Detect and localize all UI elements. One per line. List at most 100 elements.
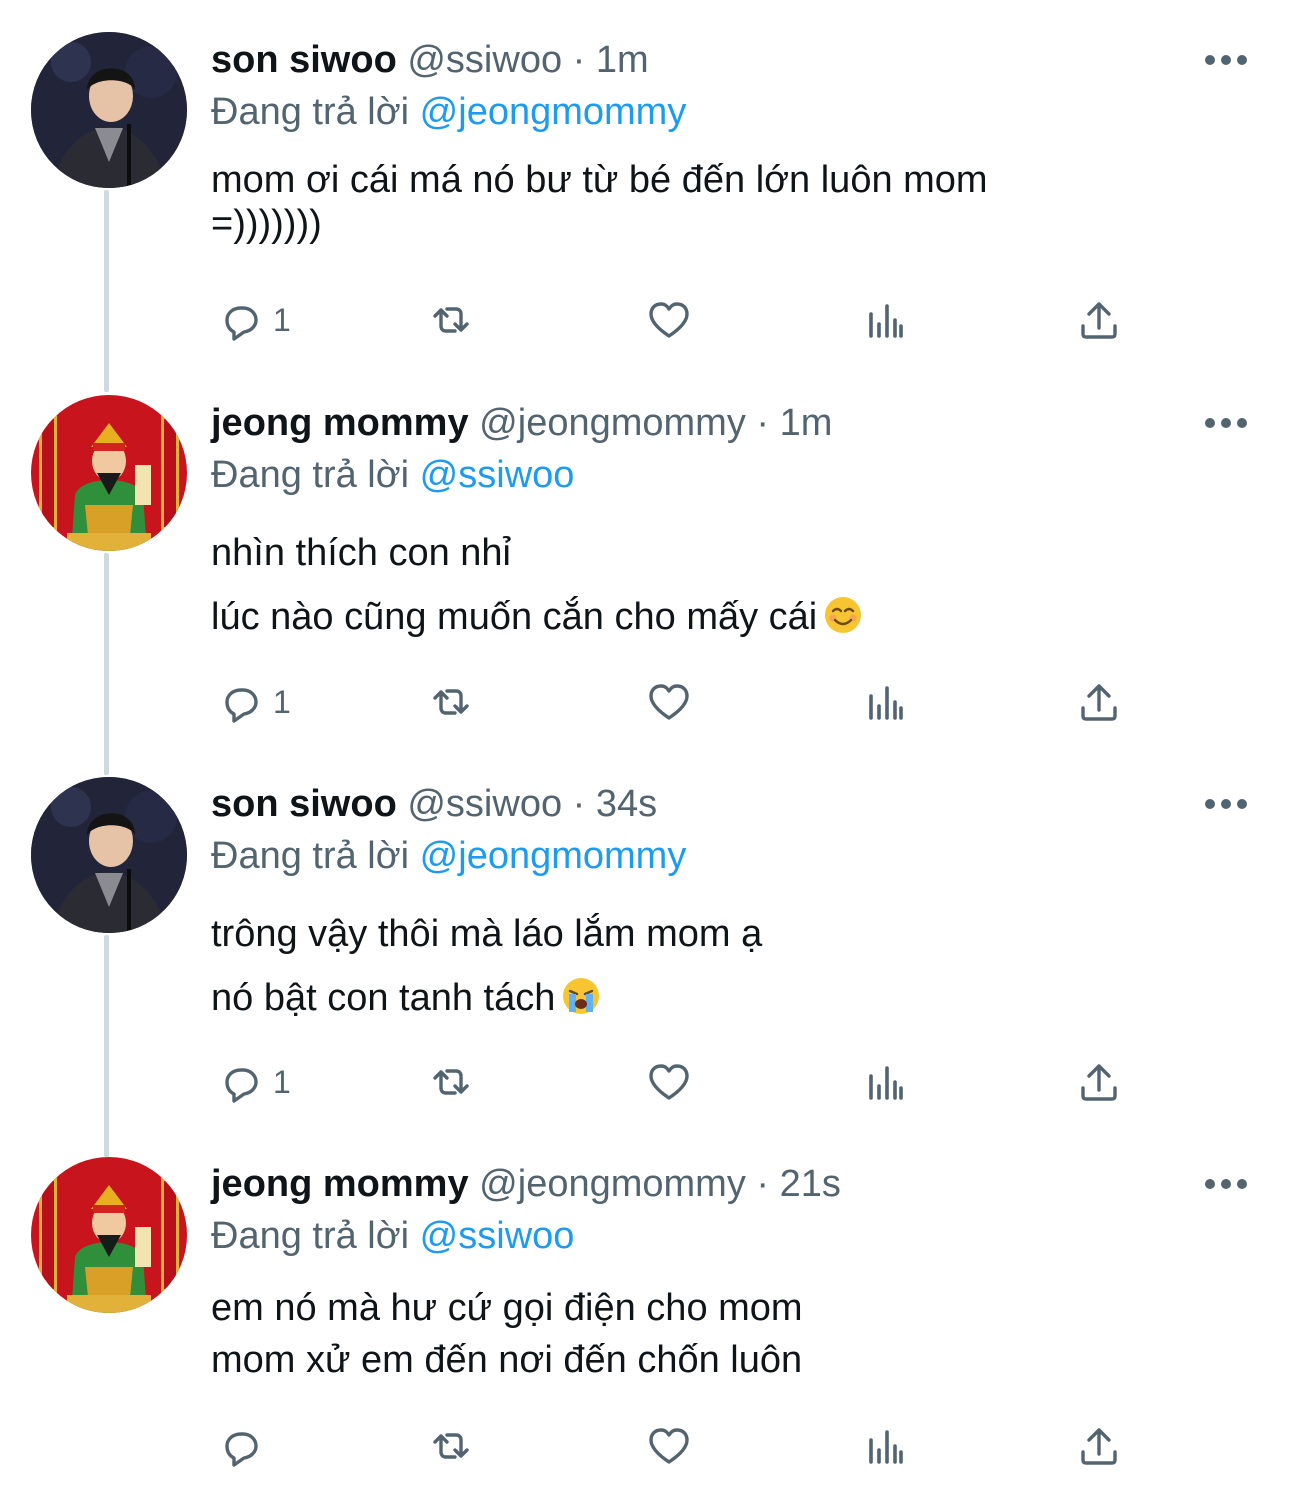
user-handle[interactable]: @jeongmommy (479, 1163, 746, 1205)
tweet-header: jeong mommy @jeongmommy · 21s (211, 1162, 841, 1206)
crying-face-emoji (563, 978, 600, 1014)
avatar[interactable] (31, 1157, 187, 1313)
replying-label: Đang trả lời (211, 454, 410, 496)
share-icon (1081, 1428, 1117, 1465)
text-line: nó bật con tanh tách (211, 966, 762, 1030)
views-button[interactable] (861, 1058, 909, 1106)
text-line: trông vậy thôi mà láo lắm mom ạ (211, 913, 763, 955)
retweet-icon (433, 307, 469, 333)
like-icon (649, 302, 689, 338)
mention-link[interactable]: @jeongmommy (420, 91, 687, 133)
reply-icon (225, 1068, 258, 1103)
action-bar: 1 (211, 1058, 1151, 1106)
analytics-icon (869, 1066, 903, 1100)
more-icon[interactable] (1204, 796, 1248, 812)
views-button[interactable] (861, 296, 909, 344)
replying-label: Đang trả lời (211, 835, 410, 877)
separator: · (756, 402, 770, 444)
action-bar: 1 (211, 678, 1151, 726)
reply-count: 1 (273, 683, 291, 720)
retweet-button[interactable] (427, 1422, 475, 1470)
reply-icon (225, 688, 258, 723)
analytics-icon (869, 1430, 903, 1464)
more-icon[interactable] (1204, 415, 1248, 431)
tweet-header: son siwoo @ssiwoo · 1m (211, 38, 649, 82)
share-icon (1081, 302, 1117, 339)
text-line: lúc nào cũng muốn cắn cho mấy cái (211, 585, 863, 649)
like-button[interactable] (645, 296, 693, 344)
tweet-text: nhìn thích con nhỉ lúc nào cũng muốn cắn… (211, 521, 863, 649)
tweet[interactable]: jeong mommy @jeongmommy · 1m Đang trả lờ… (0, 380, 1290, 760)
share-button[interactable] (1075, 678, 1123, 726)
retweet-icon (433, 689, 469, 715)
reply-button[interactable] (213, 1422, 273, 1470)
retweet-button[interactable] (427, 1058, 475, 1106)
avatar[interactable] (31, 395, 187, 551)
analytics-icon (869, 686, 903, 720)
mention-link[interactable]: @ssiwoo (420, 1215, 575, 1257)
text-line: mom xử em đến nơi đến chốn luôn (211, 1339, 803, 1381)
tweet-text: trông vậy thôi mà láo lắm mom ạ nó bật c… (211, 902, 762, 1030)
replying-to: Đang trả lời @jeongmommy (211, 834, 686, 878)
reply-button[interactable]: 1 (213, 1058, 291, 1106)
action-bar (211, 1422, 1151, 1470)
tweet[interactable]: son siwoo @ssiwoo · 34s Đang trả lời @je… (0, 760, 1290, 1140)
like-button[interactable] (645, 1422, 693, 1470)
tweet-header: son siwoo @ssiwoo · 34s (211, 782, 657, 826)
user-handle[interactable]: @ssiwoo (407, 39, 562, 81)
timestamp[interactable]: 1m (780, 402, 833, 444)
like-button[interactable] (645, 678, 693, 726)
retweet-icon (433, 1433, 469, 1459)
like-icon (649, 684, 689, 720)
like-button[interactable] (645, 1058, 693, 1106)
replying-label: Đang trả lời (211, 1215, 410, 1257)
user-handle[interactable]: @jeongmommy (479, 402, 746, 444)
text-line-content: lúc nào cũng muốn cắn cho mấy cái (211, 596, 818, 638)
avatar[interactable] (31, 32, 187, 188)
views-button[interactable] (861, 678, 909, 726)
text-line-content: nó bật con tanh tách (211, 977, 556, 1019)
mention-link[interactable]: @jeongmommy (420, 835, 687, 877)
views-button[interactable] (861, 1422, 909, 1470)
share-button[interactable] (1075, 1058, 1123, 1106)
replying-to: Đang trả lời @ssiwoo (211, 1214, 574, 1258)
share-button[interactable] (1075, 1422, 1123, 1470)
retweet-button[interactable] (427, 678, 475, 726)
reply-icon (225, 306, 258, 341)
tweet-header: jeong mommy @jeongmommy · 1m (211, 401, 832, 445)
like-icon (649, 1064, 689, 1100)
text-line: em nó mà hư cứ gọi điện cho mom (211, 1287, 803, 1329)
more-icon[interactable] (1204, 52, 1248, 68)
tweet[interactable]: son siwoo @ssiwoo · 1m Đang trả lời @jeo… (0, 0, 1290, 380)
timestamp[interactable]: 34s (596, 783, 657, 825)
avatar[interactable] (31, 777, 187, 933)
text-line: mom ơi cái má nó bư từ bé đến lớn luôn m… (211, 159, 988, 201)
tweet-text: em nó mà hư cứ gọi điện cho mom mom xử e… (211, 1282, 803, 1386)
timestamp[interactable]: 1m (596, 39, 649, 81)
retweet-button[interactable] (427, 296, 475, 344)
more-icon[interactable] (1204, 1176, 1248, 1192)
replying-to: Đang trả lời @ssiwoo (211, 453, 574, 497)
share-icon (1081, 1064, 1117, 1101)
reply-button[interactable]: 1 (213, 296, 291, 344)
share-button[interactable] (1075, 296, 1123, 344)
mention-link[interactable]: @ssiwoo (420, 454, 575, 496)
timestamp[interactable]: 21s (780, 1163, 841, 1205)
separator: · (572, 39, 586, 81)
text-line: nhìn thích con nhỉ (211, 532, 511, 574)
user-handle[interactable]: @ssiwoo (407, 783, 562, 825)
display-name[interactable]: son siwoo (211, 39, 397, 81)
reply-button[interactable]: 1 (213, 678, 291, 726)
tweet[interactable]: jeong mommy @jeongmommy · 21s Đang trả l… (0, 1140, 1290, 1488)
smiling-face-emoji (825, 597, 862, 633)
text-line: =))))))) (211, 203, 322, 245)
replying-to: Đang trả lời @jeongmommy (211, 90, 686, 134)
separator: · (572, 783, 586, 825)
display-name[interactable]: son siwoo (211, 783, 397, 825)
retweet-icon (433, 1069, 469, 1095)
replying-label: Đang trả lời (211, 91, 410, 133)
action-bar: 1 (211, 296, 1151, 344)
display-name[interactable]: jeong mommy (211, 402, 469, 444)
analytics-icon (869, 304, 903, 338)
display-name[interactable]: jeong mommy (211, 1163, 469, 1205)
